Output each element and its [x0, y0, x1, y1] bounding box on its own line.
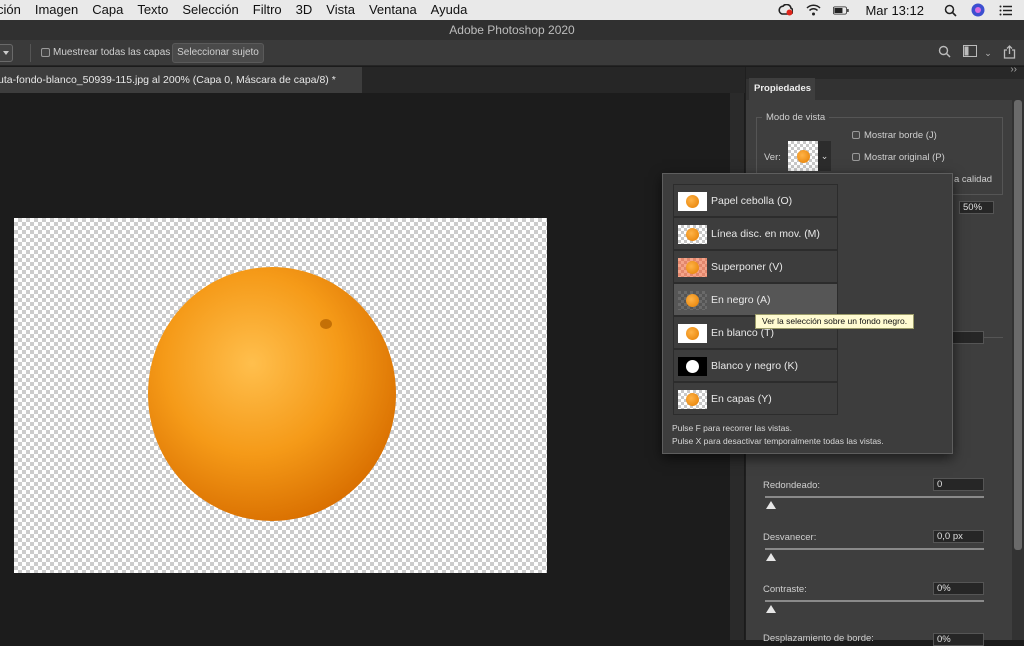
sample-all-layers-label: Muestrear todas las capas: [53, 47, 171, 58]
menu-edition[interactable]: ción: [0, 0, 28, 20]
contrast-slider-track[interactable]: [765, 600, 984, 602]
menu-ayuda[interactable]: Ayuda: [424, 0, 475, 20]
menu-ventana[interactable]: Ventana: [362, 0, 424, 20]
orange-image: [148, 267, 400, 521]
smooth-slider-handle[interactable]: [766, 501, 776, 509]
black-white-thumbnail: [678, 357, 707, 376]
canvas-area[interactable]: [0, 93, 730, 640]
wifi-icon[interactable]: [805, 3, 821, 17]
view-label: Ver:: [764, 152, 781, 163]
smooth-field[interactable]: 0: [933, 478, 984, 491]
on-layers-thumbnail: [678, 390, 707, 409]
select-subject-button[interactable]: Seleccionar sujeto: [172, 43, 264, 63]
option-label: Línea disc. en mov. (M): [711, 228, 820, 240]
document-tab-title: uta-fondo-blanco_50939-115.jpg al 200% (…: [0, 74, 336, 86]
option-label: Superponer (V): [711, 261, 783, 273]
show-edge-label: Mostrar borde (J): [864, 130, 937, 141]
workspace-icon[interactable]: [962, 45, 978, 61]
option-label: Blanco y negro (K): [711, 360, 798, 372]
menu-vista[interactable]: Vista: [319, 0, 362, 20]
menu-3d[interactable]: 3D: [289, 0, 320, 20]
menu-texto[interactable]: Texto: [130, 0, 175, 20]
view-mode-dropdown-arrow[interactable]: ⌄: [818, 141, 831, 171]
marching-ants-thumbnail: [678, 225, 707, 244]
view-option-onion-skin[interactable]: Papel cebolla (O): [673, 184, 838, 217]
smooth-label: Redondeado:: [763, 480, 821, 491]
opacity-field[interactable]: 50%: [959, 201, 994, 214]
window-title: Adobe Photoshop 2020: [0, 20, 1024, 40]
menu-imagen[interactable]: Imagen: [28, 0, 85, 20]
panel-scrollbar[interactable]: [1014, 100, 1022, 550]
view-option-overlay[interactable]: Superponer (V): [673, 250, 838, 283]
menu-filtro[interactable]: Filtro: [246, 0, 289, 20]
view-option-black-white[interactable]: Blanco y negro (K): [673, 349, 838, 382]
feather-field[interactable]: 0,0 px: [933, 530, 984, 543]
feather-label: Desvanecer:: [763, 532, 817, 543]
feather-slider-handle[interactable]: [766, 553, 776, 561]
share-icon[interactable]: [1001, 45, 1017, 61]
battery-icon[interactable]: [833, 3, 850, 17]
clock[interactable]: Mar 13:12: [865, 3, 924, 18]
hint-disable-views: Pulse X para desactivar temporalmente to…: [672, 436, 884, 446]
control-center-icon[interactable]: [998, 3, 1014, 17]
onion-skin-thumbnail: [678, 192, 707, 211]
mac-menu-bar: ción Imagen Capa Texto Selección Filtro …: [0, 0, 1024, 20]
high-quality-label: a calidad: [954, 174, 993, 185]
document-tab-strip: uta-fondo-blanco_50939-115.jpg al 200% (…: [0, 67, 745, 93]
divider: [30, 44, 31, 62]
view-option-marching-ants[interactable]: Línea disc. en mov. (M): [673, 217, 838, 250]
smooth-slider-track[interactable]: [765, 496, 984, 498]
menu-seleccion[interactable]: Selección: [175, 0, 245, 20]
on-black-thumbnail: [678, 291, 707, 310]
view-mode-title: Modo de vista: [762, 112, 830, 123]
creative-cloud-icon[interactable]: [777, 3, 793, 17]
shift-edge-label: Desplazamiento de borde:: [763, 633, 874, 644]
feather-slider-track[interactable]: [765, 548, 984, 550]
view-option-on-layers[interactable]: En capas (Y): [673, 382, 838, 415]
view-option-on-black[interactable]: En negro (A): [673, 283, 838, 316]
tooltip: Ver la selección sobre un fondo negro.: [755, 314, 915, 329]
search-icon[interactable]: [942, 3, 958, 17]
on-white-thumbnail: [678, 324, 707, 343]
show-edge-checkbox[interactable]: [852, 131, 860, 139]
menu-capa[interactable]: Capa: [85, 0, 130, 20]
chevron-down-icon[interactable]: ⌄: [983, 45, 993, 61]
collapse-panels-icon[interactable]: ››: [1010, 64, 1017, 75]
overlay-thumbnail: [678, 258, 707, 277]
status-area: Mar 13:12: [777, 0, 1024, 20]
contrast-slider-handle[interactable]: [766, 605, 776, 613]
options-bar: Muestrear todas las capas Seleccionar su…: [0, 40, 1024, 66]
sample-all-layers-checkbox[interactable]: [41, 48, 50, 57]
contrast-label: Contraste:: [763, 584, 807, 595]
option-label: En capas (Y): [711, 393, 772, 405]
siri-icon[interactable]: [970, 3, 986, 17]
show-original-checkbox[interactable]: [852, 153, 860, 161]
document-tab[interactable]: uta-fondo-blanco_50939-115.jpg al 200% (…: [0, 67, 362, 93]
tab-properties[interactable]: Propiedades: [749, 78, 815, 100]
document-canvas[interactable]: [14, 218, 547, 573]
contrast-field[interactable]: 0%: [933, 582, 984, 595]
view-mode-thumbnail[interactable]: [788, 141, 818, 171]
tool-preset-dropdown[interactable]: [0, 44, 13, 62]
hint-cycle-views: Pulse F para recorrer las vistas.: [672, 423, 792, 433]
search-icon[interactable]: [936, 45, 952, 61]
option-label: En negro (A): [711, 294, 771, 306]
show-original-label: Mostrar original (P): [864, 152, 945, 163]
option-label: Papel cebolla (O): [711, 195, 793, 207]
